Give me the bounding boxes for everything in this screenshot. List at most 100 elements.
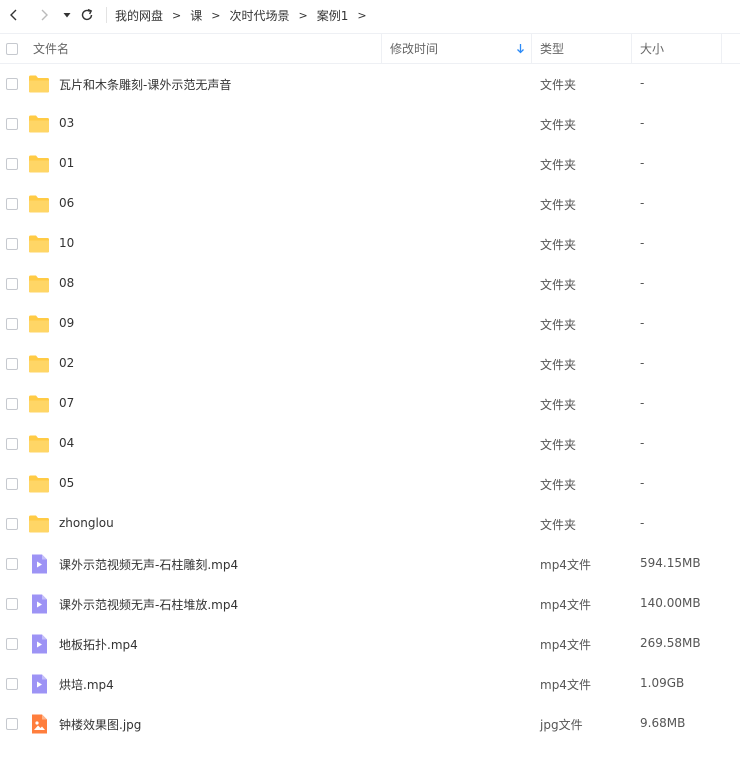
breadcrumb-separator: > xyxy=(172,8,182,22)
file-name[interactable]: 06 xyxy=(59,196,74,210)
row-checkbox[interactable] xyxy=(6,318,18,330)
table-row[interactable]: 地板拓扑.mp4 mp4文件 269.58MB xyxy=(0,624,740,664)
table-row[interactable]: 10 文件夹 - xyxy=(0,224,740,264)
breadcrumb-separator: > xyxy=(298,8,308,22)
file-size: 1.09GB xyxy=(640,676,685,690)
image-file-icon xyxy=(28,714,50,734)
table-row[interactable]: 07 文件夹 - xyxy=(0,384,740,424)
header-name[interactable]: 文件名 xyxy=(33,40,69,57)
file-name[interactable]: 07 xyxy=(59,396,74,410)
column-resize-handle[interactable] xyxy=(381,34,382,63)
folder-icon xyxy=(28,194,50,214)
row-checkbox[interactable] xyxy=(6,78,18,90)
file-type: 文件夹 xyxy=(540,518,577,532)
video-file-icon xyxy=(28,594,50,614)
caret-down-icon xyxy=(63,13,71,18)
breadcrumb-item[interactable]: 课 xyxy=(190,7,202,24)
breadcrumb-separator: > xyxy=(211,8,221,22)
breadcrumb-item[interactable]: 次时代场景 xyxy=(229,7,289,24)
table-row[interactable]: 09 文件夹 - xyxy=(0,304,740,344)
row-checkbox[interactable] xyxy=(6,158,18,170)
table-row[interactable]: 03 文件夹 - xyxy=(0,104,740,144)
file-type: 文件夹 xyxy=(540,158,577,172)
chevron-left-icon xyxy=(10,9,17,21)
row-checkbox[interactable] xyxy=(6,478,18,490)
file-name[interactable]: 09 xyxy=(59,316,74,330)
header-modified-time[interactable]: 修改时间 xyxy=(390,40,438,57)
breadcrumb: 我的网盘 > 课 > 次时代场景 > 案例1 > xyxy=(115,7,376,24)
table-row[interactable]: 04 文件夹 - xyxy=(0,424,740,464)
table-row[interactable]: 课外示范视频无声-石柱堆放.mp4 mp4文件 140.00MB xyxy=(0,584,740,624)
table-row[interactable]: zhonglou 文件夹 - xyxy=(0,504,740,544)
file-name[interactable]: 05 xyxy=(59,476,74,490)
row-checkbox[interactable] xyxy=(6,638,18,650)
table-row[interactable]: 08 文件夹 - xyxy=(0,264,740,304)
arrow-down-icon[interactable] xyxy=(516,43,525,54)
video-file-icon xyxy=(28,674,50,694)
file-type: 文件夹 xyxy=(540,318,577,332)
forward-button[interactable] xyxy=(30,1,58,29)
file-size: 594.15MB xyxy=(640,556,701,570)
row-checkbox[interactable] xyxy=(6,238,18,250)
file-name[interactable]: 钟楼效果图.jpg xyxy=(59,716,141,733)
table-row[interactable]: 烘培.mp4 mp4文件 1.09GB xyxy=(0,664,740,704)
folder-icon xyxy=(28,434,50,454)
column-resize-handle[interactable] xyxy=(721,34,722,63)
table-row[interactable]: 05 文件夹 - xyxy=(0,464,740,504)
file-size: - xyxy=(640,196,645,210)
file-size: - xyxy=(640,116,645,130)
folder-icon xyxy=(28,314,50,334)
row-checkbox[interactable] xyxy=(6,278,18,290)
file-size: - xyxy=(640,516,645,530)
folder-icon xyxy=(28,354,50,374)
row-checkbox[interactable] xyxy=(6,518,18,530)
file-size: - xyxy=(640,356,645,370)
file-type: jpg文件 xyxy=(540,718,583,732)
file-size: - xyxy=(640,156,645,170)
row-checkbox[interactable] xyxy=(6,598,18,610)
file-size: 269.58MB xyxy=(640,636,701,650)
table-row[interactable]: 01 文件夹 - xyxy=(0,144,740,184)
file-name[interactable]: 烘培.mp4 xyxy=(59,676,114,693)
row-checkbox[interactable] xyxy=(6,718,18,730)
folder-icon xyxy=(28,114,50,134)
table-row[interactable]: 钟楼效果图.jpg jpg文件 9.68MB xyxy=(0,704,740,744)
file-name[interactable]: 课外示范视频无声-石柱雕刻.mp4 xyxy=(59,556,238,573)
file-name[interactable]: 08 xyxy=(59,276,74,290)
file-type: 文件夹 xyxy=(540,438,577,452)
file-name[interactable]: 瓦片和木条雕刻-课外示范无声音 xyxy=(59,76,231,93)
file-name[interactable]: 03 xyxy=(59,116,74,130)
column-resize-handle[interactable] xyxy=(531,34,532,63)
row-checkbox[interactable] xyxy=(6,678,18,690)
row-checkbox[interactable] xyxy=(6,198,18,210)
select-all-checkbox[interactable] xyxy=(6,43,18,55)
table-row[interactable]: 06 文件夹 - xyxy=(0,184,740,224)
file-name[interactable]: 地板拓扑.mp4 xyxy=(59,636,138,653)
file-name[interactable]: 10 xyxy=(59,236,74,250)
file-name[interactable]: zhonglou xyxy=(59,516,114,530)
table-row[interactable]: 02 文件夹 - xyxy=(0,344,740,384)
file-name[interactable]: 课外示范视频无声-石柱堆放.mp4 xyxy=(59,596,238,613)
breadcrumb-item[interactable]: 案例1 xyxy=(317,7,349,24)
row-checkbox[interactable] xyxy=(6,438,18,450)
back-button[interactable] xyxy=(0,1,28,29)
header-size[interactable]: 大小 xyxy=(640,40,664,57)
table-row[interactable]: 瓦片和木条雕刻-课外示范无声音 文件夹 - xyxy=(0,64,740,104)
column-resize-handle[interactable] xyxy=(631,34,632,63)
file-name[interactable]: 02 xyxy=(59,356,74,370)
table-row[interactable]: 课外示范视频无声-石柱雕刻.mp4 mp4文件 594.15MB xyxy=(0,544,740,584)
row-checkbox[interactable] xyxy=(6,358,18,370)
row-checkbox[interactable] xyxy=(6,398,18,410)
file-size: - xyxy=(640,476,645,490)
navigation-bar: 我的网盘 > 课 > 次时代场景 > 案例1 > xyxy=(0,0,740,30)
folder-icon xyxy=(28,154,50,174)
breadcrumb-separator: > xyxy=(357,8,367,22)
file-name[interactable]: 04 xyxy=(59,436,74,450)
row-checkbox[interactable] xyxy=(6,118,18,130)
refresh-button[interactable] xyxy=(76,1,98,29)
breadcrumb-item[interactable]: 我的网盘 xyxy=(115,7,163,24)
row-checkbox[interactable] xyxy=(6,558,18,570)
history-dropdown-button[interactable] xyxy=(58,1,76,29)
file-name[interactable]: 01 xyxy=(59,156,74,170)
header-type[interactable]: 类型 xyxy=(540,40,564,57)
